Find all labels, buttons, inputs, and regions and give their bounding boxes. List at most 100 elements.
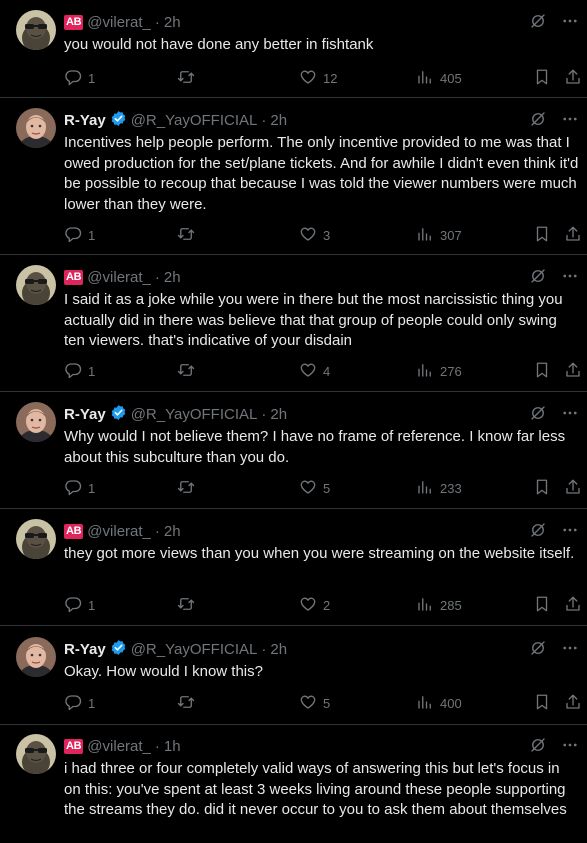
display-name[interactable]: R-Yay (64, 641, 106, 658)
reply-icon (64, 595, 82, 616)
bookmark-icon (533, 693, 551, 714)
like-button[interactable]: 3 (299, 225, 330, 246)
tweet[interactable]: AB @vilerat_ · 2h they got more views than y… (0, 519, 587, 626)
avatar[interactable] (16, 108, 56, 148)
share-icon (564, 225, 582, 246)
reply-button[interactable]: 1 (64, 225, 95, 246)
tweet[interactable]: AB @vilerat_ · 1h i had three or four comple… (0, 734, 587, 843)
timestamp[interactable]: 2h (270, 406, 287, 423)
avatar[interactable] (16, 637, 56, 677)
retweet-icon (177, 478, 195, 499)
timestamp[interactable]: 2h (164, 14, 181, 31)
views-button[interactable]: 276 (416, 361, 462, 382)
views-button[interactable]: 233 (416, 478, 462, 499)
grok-icon[interactable] (529, 12, 547, 34)
like-icon (299, 225, 317, 246)
separator-dot: · (154, 522, 160, 540)
reply-button[interactable]: 1 (64, 68, 95, 89)
handle[interactable]: @R_YayOFFICIAL (131, 641, 258, 658)
more-icon[interactable] (561, 736, 579, 758)
more-icon[interactable] (561, 404, 579, 426)
views-button[interactable]: 285 (416, 595, 462, 616)
tweet[interactable]: R-Yay @R_YayOFFICIAL · 2h Why would I not be… (0, 402, 587, 509)
retweet-button[interactable] (177, 595, 201, 616)
timestamp[interactable]: 2h (164, 269, 181, 286)
avatar[interactable] (16, 734, 56, 774)
bookmark-button[interactable] (533, 68, 551, 89)
retweet-icon (177, 225, 195, 246)
avatar[interactable] (16, 265, 56, 305)
more-icon[interactable] (561, 639, 579, 661)
display-name[interactable]: R-Yay (64, 406, 106, 423)
more-icon[interactable] (561, 12, 579, 34)
timestamp[interactable]: 2h (270, 641, 287, 658)
retweet-button[interactable] (177, 478, 201, 499)
tweet-header: AB @vilerat_ · 2h (64, 267, 587, 287)
views-button[interactable]: 405 (416, 68, 462, 89)
tweet[interactable]: AB @vilerat_ · 2h you would not have done an… (0, 10, 587, 98)
retweet-button[interactable] (177, 68, 201, 89)
separator-dot: · (154, 268, 160, 286)
views-count: 400 (440, 696, 462, 711)
views-icon (416, 595, 434, 616)
bookmark-button[interactable] (533, 225, 551, 246)
like-button[interactable]: 2 (299, 595, 330, 616)
display-name[interactable]: R-Yay (64, 112, 106, 129)
handle[interactable]: @vilerat_ (87, 738, 151, 755)
bookmark-button[interactable] (533, 595, 551, 616)
tweet[interactable]: R-Yay @R_YayOFFICIAL · 2h Okay. How would I … (0, 637, 587, 725)
retweet-button[interactable] (177, 693, 201, 714)
handle[interactable]: @R_YayOFFICIAL (131, 112, 258, 129)
share-button[interactable] (564, 595, 582, 616)
views-button[interactable]: 307 (416, 225, 462, 246)
more-icon[interactable] (561, 521, 579, 543)
share-button[interactable] (564, 361, 582, 382)
grok-icon[interactable] (529, 404, 547, 426)
share-button[interactable] (564, 478, 582, 499)
reply-button[interactable]: 1 (64, 693, 95, 714)
grok-icon[interactable] (529, 521, 547, 543)
grok-icon[interactable] (529, 110, 547, 132)
handle[interactable]: @vilerat_ (87, 269, 151, 286)
views-icon (416, 693, 434, 714)
share-button[interactable] (564, 68, 582, 89)
like-button[interactable]: 4 (299, 361, 330, 382)
grok-icon[interactable] (529, 267, 547, 289)
share-button[interactable] (564, 693, 582, 714)
tweet[interactable]: R-Yay @R_YayOFFICIAL · 2h Incentives help pe… (0, 108, 587, 255)
timestamp[interactable]: 2h (164, 523, 181, 540)
avatar[interactable] (16, 10, 56, 50)
reply-button[interactable]: 1 (64, 595, 95, 616)
handle[interactable]: @vilerat_ (87, 14, 151, 31)
like-button[interactable]: 12 (299, 68, 337, 89)
bookmark-button[interactable] (533, 361, 551, 382)
retweet-button[interactable] (177, 225, 201, 246)
retweet-icon (177, 68, 195, 89)
tweet-header: AB @vilerat_ · 2h (64, 521, 587, 541)
like-button[interactable]: 5 (299, 693, 330, 714)
handle[interactable]: @R_YayOFFICIAL (131, 406, 258, 423)
reply-count: 1 (88, 228, 96, 243)
like-count: 4 (323, 364, 331, 379)
grok-icon[interactable] (529, 639, 547, 661)
handle[interactable]: @vilerat_ (87, 523, 151, 540)
timestamp[interactable]: 1h (164, 738, 181, 755)
more-icon[interactable] (561, 267, 579, 289)
avatar[interactable] (16, 402, 56, 442)
avatar[interactable] (16, 519, 56, 559)
tweet-header: AB @vilerat_ · 1h (64, 736, 587, 756)
views-button[interactable]: 400 (416, 693, 462, 714)
timestamp[interactable]: 2h (270, 112, 287, 129)
bookmark-button[interactable] (533, 693, 551, 714)
bookmark-button[interactable] (533, 478, 551, 499)
tweet[interactable]: AB @vilerat_ · 2h I said it as a joke while … (0, 265, 587, 392)
like-count: 5 (323, 696, 331, 711)
grok-icon[interactable] (529, 736, 547, 758)
reply-count: 1 (88, 696, 96, 711)
like-button[interactable]: 5 (299, 478, 330, 499)
share-button[interactable] (564, 225, 582, 246)
more-icon[interactable] (561, 110, 579, 132)
retweet-button[interactable] (177, 361, 201, 382)
reply-button[interactable]: 1 (64, 361, 95, 382)
reply-button[interactable]: 1 (64, 478, 95, 499)
